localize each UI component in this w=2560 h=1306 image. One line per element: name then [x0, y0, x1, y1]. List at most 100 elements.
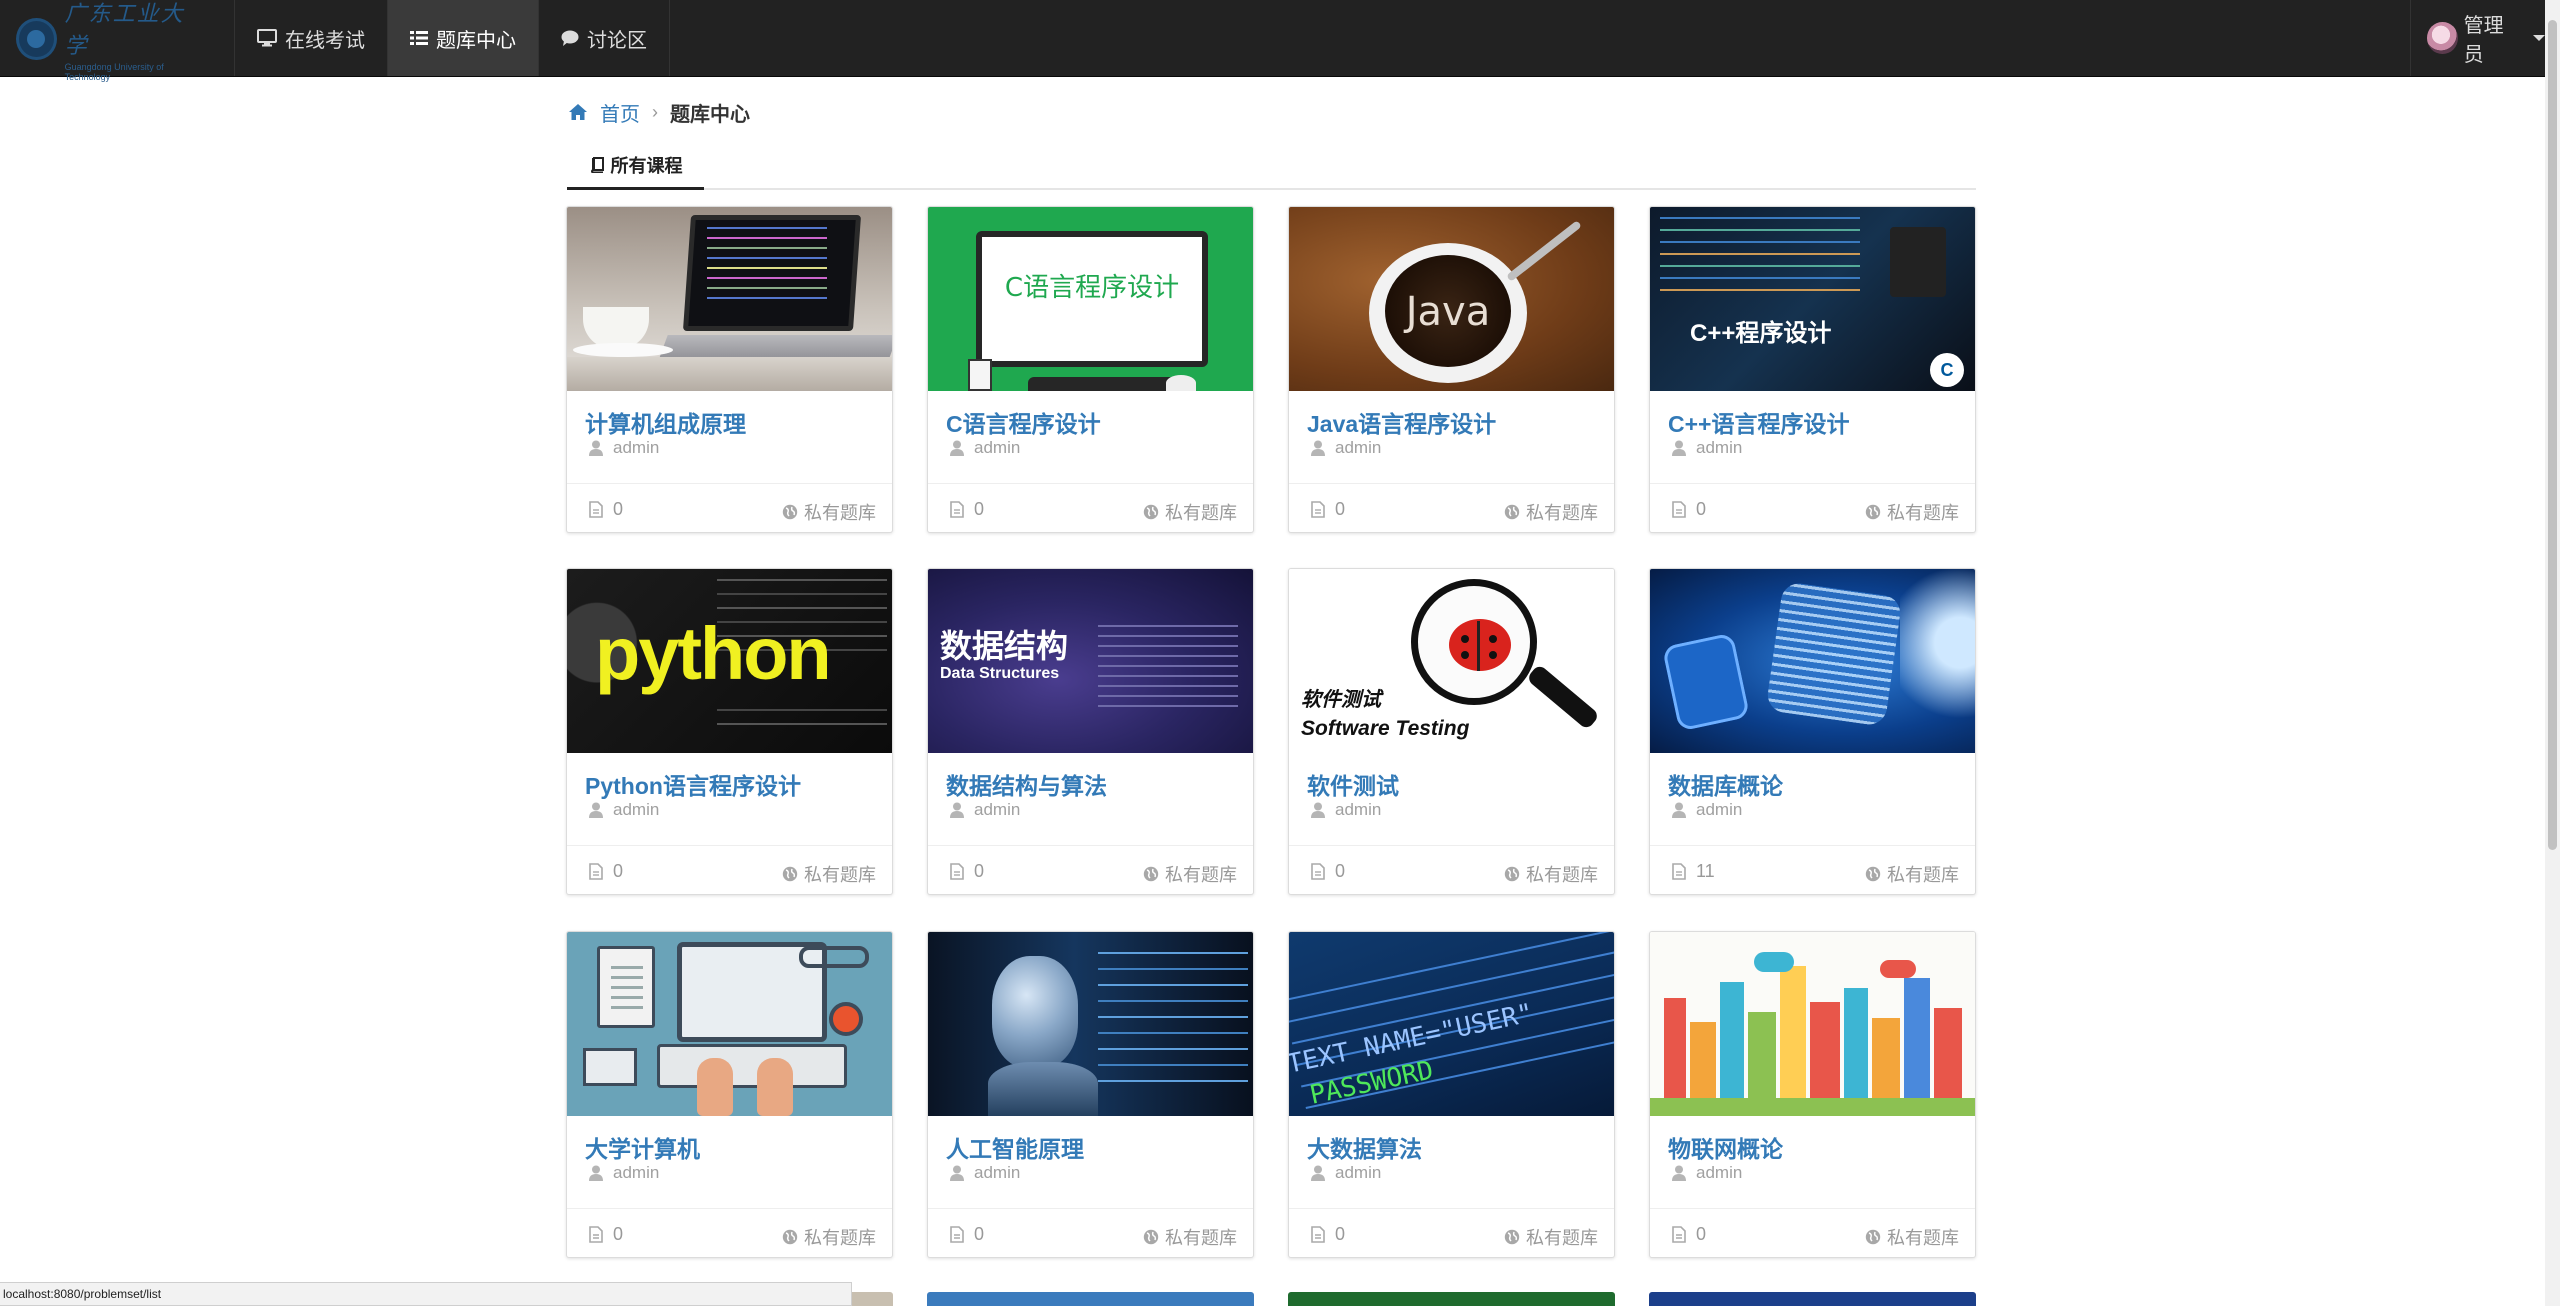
course-title[interactable]: 大数据算法: [1307, 1130, 1422, 1164]
thumbnail-subtext: Software Testing: [1301, 717, 1470, 740]
question-count: 0: [950, 1224, 984, 1245]
access-level: 私有题库: [1865, 499, 1959, 525]
course-card[interactable]: 软件测试 Software Testing 软件测试 admin 0 私有题库: [1288, 568, 1615, 895]
breadcrumb-home-link[interactable]: 首页: [600, 98, 640, 127]
file-icon: [589, 501, 603, 518]
thumbnail-text: C语言程序设计: [1004, 273, 1180, 303]
course-card[interactable]: C语言程序设计 C语言程序设计 admin 0 私有题库: [927, 206, 1254, 533]
course-thumbnail: [567, 207, 892, 391]
course-card[interactable]: 物联网概论 admin 0 私有题库: [1649, 931, 1976, 1258]
course-card-footer: 0 私有题库: [928, 1208, 1253, 1257]
course-author-name: admin: [1696, 1163, 1743, 1182]
course-card-partial[interactable]: [1649, 1292, 1976, 1306]
course-thumbnail: C++程序设计 C: [1650, 207, 1975, 391]
question-count: 0: [1672, 499, 1706, 520]
user-icon: [1672, 440, 1686, 456]
course-author-name: admin: [974, 438, 1021, 457]
user-icon: [1311, 440, 1325, 456]
breadcrumb-current: 题库中心: [670, 103, 750, 126]
course-title[interactable]: Python语言程序设计: [585, 767, 801, 801]
question-count: 0: [1311, 1224, 1345, 1245]
course-title[interactable]: Java语言程序设计: [1307, 405, 1496, 439]
course-card[interactable]: 数据结构 Data Structures 数据结构与算法 admin 0 私有题…: [927, 568, 1254, 895]
course-title[interactable]: 人工智能原理: [946, 1130, 1084, 1164]
nav-online-exam[interactable]: 在线考试: [235, 0, 388, 76]
course-card[interactable]: 人工智能原理 admin 0 私有题库: [927, 931, 1254, 1258]
file-icon: [1672, 501, 1686, 518]
course-title[interactable]: 大学计算机: [585, 1130, 700, 1164]
course-card[interactable]: C++程序设计 C C++语言程序设计 admin 0 私有题库: [1649, 206, 1976, 533]
question-count: 0: [1672, 1224, 1706, 1245]
question-count: 0: [950, 861, 984, 882]
access-level: 私有题库: [1504, 1224, 1598, 1250]
question-count-value: 0: [974, 1224, 985, 1244]
access-level: 私有题库: [782, 861, 876, 887]
scrollbar-thumb[interactable]: [2548, 20, 2557, 850]
globe-icon: [1865, 504, 1881, 520]
user-icon: [950, 1165, 964, 1181]
course-title[interactable]: 数据库概论: [1668, 767, 1783, 801]
course-author-name: admin: [974, 1163, 1021, 1182]
access-level: 私有题库: [1143, 1224, 1237, 1250]
course-card[interactable]: TEXT NAME="USER" PASSWORD 大数据算法 admin 0 …: [1288, 931, 1615, 1258]
course-card-footer: 0 私有题库: [1289, 483, 1614, 532]
course-card-footer: 0 私有题库: [928, 845, 1253, 894]
globe-icon: [1143, 504, 1159, 520]
user-icon: [589, 440, 603, 456]
course-card-partial[interactable]: [927, 1292, 1254, 1306]
caret-down-icon: [2533, 35, 2545, 41]
course-card[interactable]: 大学计算机 admin 0 私有题库: [566, 931, 893, 1258]
nav-forum-label: 讨论区: [587, 29, 647, 52]
course-author-name: admin: [1696, 800, 1743, 819]
course-card-partial[interactable]: [1288, 1292, 1615, 1306]
globe-icon: [1865, 1229, 1881, 1245]
user-icon: [950, 440, 964, 456]
course-card[interactable]: python Python语言程序设计 admin 0 私有题库: [566, 568, 893, 895]
access-level-label: 私有题库: [1887, 1228, 1959, 1248]
course-card[interactable]: 数据库概论 admin 11 私有题库: [1649, 568, 1976, 895]
monitor-icon: [257, 29, 277, 47]
course-title[interactable]: 软件测试: [1307, 767, 1399, 801]
course-title[interactable]: 物联网概论: [1668, 1130, 1783, 1164]
user-menu[interactable]: 管理员: [2410, 0, 2545, 76]
comment-icon: [561, 30, 579, 46]
access-level: 私有题库: [782, 1224, 876, 1250]
course-title[interactable]: C语言程序设计: [946, 405, 1101, 439]
file-icon: [589, 863, 603, 880]
access-level-label: 私有题库: [1165, 865, 1237, 885]
question-count-value: 11: [1696, 861, 1715, 881]
course-thumbnail: [1650, 569, 1975, 753]
course-card[interactable]: Java Java语言程序设计 admin 0 私有题库: [1288, 206, 1615, 533]
main-nav: 在线考试 题库中心 讨论区: [235, 0, 670, 76]
course-tabs: 所有课程: [567, 143, 1976, 190]
question-count: 0: [589, 861, 623, 882]
course-title[interactable]: 数据结构与算法: [946, 767, 1107, 801]
university-logo[interactable]: 广东工业大学 Guangdong University of Technolog…: [16, 2, 206, 82]
thumbnail-subtext: Data Structures: [940, 665, 1060, 682]
course-author: admin: [589, 1163, 659, 1183]
access-level-label: 私有题库: [804, 503, 876, 523]
course-author: admin: [589, 800, 659, 820]
access-level-label: 私有题库: [1165, 1228, 1237, 1248]
course-title[interactable]: 计算机组成原理: [585, 405, 746, 439]
course-author: admin: [1672, 800, 1742, 820]
logo-name-en: Guangdong University of Technology: [64, 62, 164, 82]
file-icon: [1311, 1226, 1325, 1243]
course-title[interactable]: C++语言程序设计: [1668, 405, 1849, 439]
nav-question-bank[interactable]: 题库中心: [388, 0, 539, 76]
course-author-name: admin: [1696, 438, 1743, 457]
course-card[interactable]: 计算机组成原理 admin 0 私有题库: [566, 206, 893, 533]
access-level-label: 私有题库: [804, 865, 876, 885]
course-thumbnail: Java: [1289, 207, 1614, 391]
access-level: 私有题库: [782, 499, 876, 525]
home-icon: [569, 104, 587, 120]
user-icon: [1311, 1165, 1325, 1181]
thumbnail-text: 数据结构: [940, 628, 1069, 664]
access-level-label: 私有题库: [1526, 865, 1598, 885]
cpp-logo-icon: C: [1930, 353, 1964, 387]
globe-icon: [1143, 866, 1159, 882]
tab-all-courses[interactable]: 所有课程: [567, 143, 704, 190]
access-level-label: 私有题库: [1526, 1228, 1598, 1248]
nav-forum[interactable]: 讨论区: [539, 0, 670, 76]
course-author: admin: [1672, 438, 1742, 458]
